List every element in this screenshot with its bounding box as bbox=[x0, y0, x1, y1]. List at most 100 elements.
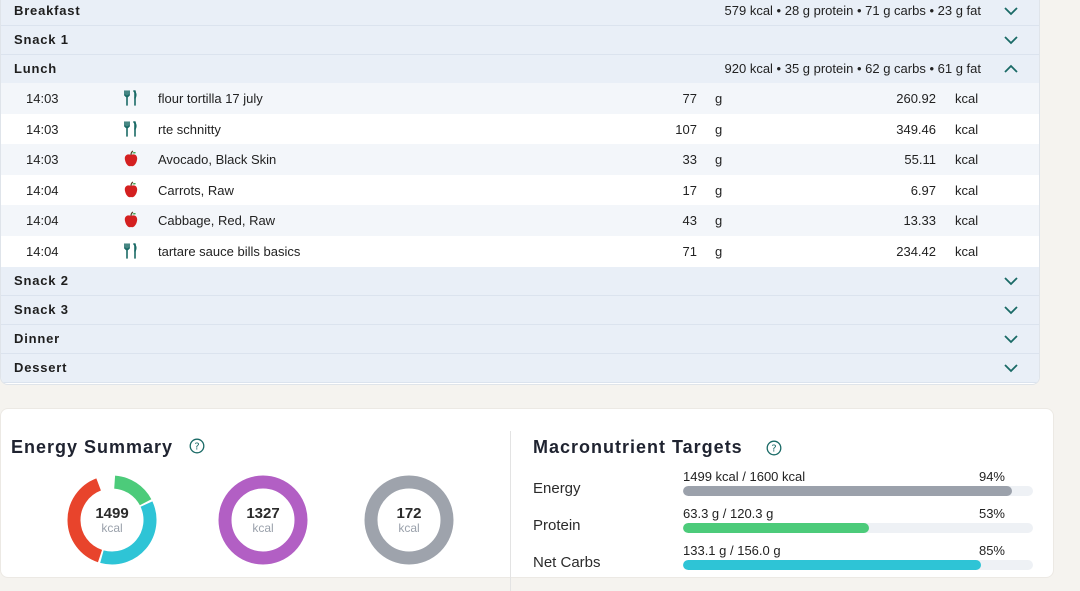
ring-label-consumed: 1499 kcal bbox=[82, 505, 142, 535]
food-unit: g bbox=[715, 121, 723, 137]
meal-name: Snack 2 bbox=[14, 273, 69, 288]
ring-value: 1327 bbox=[246, 505, 280, 522]
ring-label-burned: 1327 kcal bbox=[233, 505, 293, 535]
food-unit: g bbox=[715, 213, 723, 228]
svg-text:?: ? bbox=[771, 444, 776, 455]
progress-bar-fill bbox=[683, 486, 1012, 496]
food-unit: g bbox=[715, 91, 723, 106]
food-row[interactable]: 14:04 Cabbage, Red, Raw 43 g 13.33 kcal bbox=[1, 205, 1039, 236]
food-name[interactable]: Carrots, Raw bbox=[158, 183, 234, 198]
apple-icon bbox=[123, 180, 139, 199]
food-amount[interactable]: 71 bbox=[683, 244, 697, 259]
food-row[interactable]: 14:03 flour tortilla 17 july 77 g 260.92 kcal bbox=[1, 83, 1039, 114]
summary-card: Energy Summary ? 1499 kcal 1327 kcal 172… bbox=[0, 408, 1054, 591]
chevron-down-icon[interactable] bbox=[1003, 361, 1019, 375]
food-unit: g bbox=[715, 152, 723, 167]
meal-name: Dinner bbox=[14, 331, 60, 346]
food-time: 14:03 bbox=[26, 121, 59, 137]
macro-percent: 53% bbox=[978, 506, 1005, 521]
apple-icon bbox=[123, 150, 139, 168]
macro-label: Net Carbs bbox=[533, 554, 601, 571]
food-time: 14:03 bbox=[26, 91, 59, 106]
section-divider bbox=[510, 431, 511, 591]
food-name[interactable]: rte schnitty bbox=[158, 122, 221, 137]
macro-value-text: 133.1 g / 156.0 g bbox=[683, 543, 781, 558]
meal-name: Dessert bbox=[14, 360, 68, 375]
progress-bar-fill bbox=[683, 523, 869, 533]
food-time: 14:03 bbox=[26, 152, 59, 167]
meal-name: Lunch bbox=[14, 61, 57, 76]
help-icon[interactable]: ? bbox=[766, 440, 782, 456]
food-kcal-unit: kcal bbox=[955, 182, 979, 198]
food-kcal: 349.46 bbox=[896, 121, 936, 137]
food-kcal: 6.97 bbox=[910, 182, 936, 198]
macro-percent: 94% bbox=[978, 469, 1005, 484]
food-time: 14:04 bbox=[26, 243, 59, 259]
food-amount[interactable]: 17 bbox=[683, 183, 697, 198]
food-row[interactable]: 14:04 tartare sauce bills basics 71 g 234.42… bbox=[1, 235, 1039, 266]
food-kcal-unit: kcal bbox=[955, 91, 979, 106]
food-amount[interactable]: 107 bbox=[675, 122, 697, 137]
food-row[interactable]: 14:03 Avocado, Black Skin 33 g 55.11 kcal bbox=[1, 144, 1039, 175]
food-kcal-unit: kcal bbox=[955, 152, 979, 167]
energy-rings bbox=[67, 475, 454, 565]
meal-header-snack-2[interactable]: Snack 2 bbox=[1, 267, 1039, 296]
progress-bar-track bbox=[683, 523, 1033, 533]
food-kcal-unit: kcal bbox=[955, 243, 979, 259]
utensils-icon bbox=[123, 242, 139, 260]
food-time: 14:04 bbox=[26, 213, 59, 228]
chevron-down-icon[interactable] bbox=[1003, 332, 1019, 346]
progress-bar-fill bbox=[683, 560, 981, 570]
food-kcal: 13.33 bbox=[903, 213, 936, 228]
chevron-up-icon[interactable] bbox=[1003, 62, 1019, 76]
meal-name: Breakfast bbox=[14, 3, 81, 18]
food-kcal: 55.11 bbox=[904, 152, 936, 167]
food-amount[interactable]: 33 bbox=[683, 152, 697, 167]
progress-bar-track bbox=[683, 486, 1033, 496]
food-name[interactable]: Avocado, Black Skin bbox=[158, 152, 276, 167]
food-amount[interactable]: 77 bbox=[683, 91, 697, 106]
meal-header-lunch[interactable]: Lunch 920 kcal • 35 g protein • 62 g car… bbox=[1, 55, 1039, 84]
food-name[interactable]: Cabbage, Red, Raw bbox=[158, 213, 275, 228]
utensils-icon bbox=[123, 89, 139, 107]
ring-label-remaining: 172 kcal bbox=[379, 505, 439, 535]
food-diary-panel: Breakfast 579 kcal • 28 g protein • 71 g… bbox=[0, 0, 1040, 385]
ring-unit: kcal bbox=[101, 521, 123, 535]
food-kcal: 234.42 bbox=[896, 243, 936, 259]
food-unit: g bbox=[715, 243, 723, 259]
food-kcal: 260.92 bbox=[896, 91, 936, 106]
meal-header-breakfast[interactable]: Breakfast 579 kcal • 28 g protein • 71 g… bbox=[1, 0, 1039, 26]
ring-unit: kcal bbox=[252, 521, 274, 535]
macronutrient-targets-title: Macronutrient Targets bbox=[533, 437, 743, 457]
meal-name: Snack 3 bbox=[14, 302, 69, 317]
progress-bar-track bbox=[683, 560, 1033, 570]
food-row[interactable]: 14:04 Carrots, Raw 17 g 6.97 kcal bbox=[1, 174, 1039, 205]
meal-header-snack-1[interactable]: Snack 1 bbox=[1, 26, 1039, 55]
chevron-down-icon[interactable] bbox=[1003, 274, 1019, 288]
chevron-down-icon[interactable] bbox=[1003, 4, 1019, 18]
ring-segment-protein bbox=[113, 475, 152, 506]
food-name[interactable]: tartare sauce bills basics bbox=[158, 244, 300, 259]
food-name[interactable]: flour tortilla 17 july bbox=[158, 91, 263, 106]
food-amount[interactable]: 43 bbox=[683, 213, 697, 228]
meal-summary: 920 kcal • 35 g protein • 62 g carbs • 6… bbox=[724, 61, 981, 76]
ring-unit: kcal bbox=[398, 521, 420, 535]
food-row[interactable]: 14:03 rte schnitty 107 g 349.46 kcal bbox=[1, 113, 1039, 144]
chevron-down-icon[interactable] bbox=[1003, 303, 1019, 317]
meal-name: Snack 1 bbox=[14, 32, 69, 47]
macro-value-text: 63.3 g / 120.3 g bbox=[683, 506, 774, 521]
food-unit: g bbox=[715, 182, 723, 198]
macro-label: Protein bbox=[533, 517, 581, 534]
food-time: 14:04 bbox=[26, 182, 59, 198]
meal-header-dessert[interactable]: Dessert bbox=[1, 354, 1039, 383]
meal-header-dinner[interactable]: Dinner bbox=[1, 325, 1039, 354]
ring-value: 1499 bbox=[95, 505, 129, 522]
macro-value-text: 1499 kcal / 1600 kcal bbox=[683, 469, 806, 484]
meal-header-snack-3[interactable]: Snack 3 bbox=[1, 296, 1039, 325]
apple-icon bbox=[123, 211, 139, 229]
ring-value: 172 bbox=[396, 505, 422, 522]
chevron-down-icon[interactable] bbox=[1003, 33, 1019, 47]
macro-label: Energy bbox=[533, 480, 581, 497]
utensils-icon bbox=[123, 120, 139, 138]
food-kcal-unit: kcal bbox=[955, 213, 979, 228]
